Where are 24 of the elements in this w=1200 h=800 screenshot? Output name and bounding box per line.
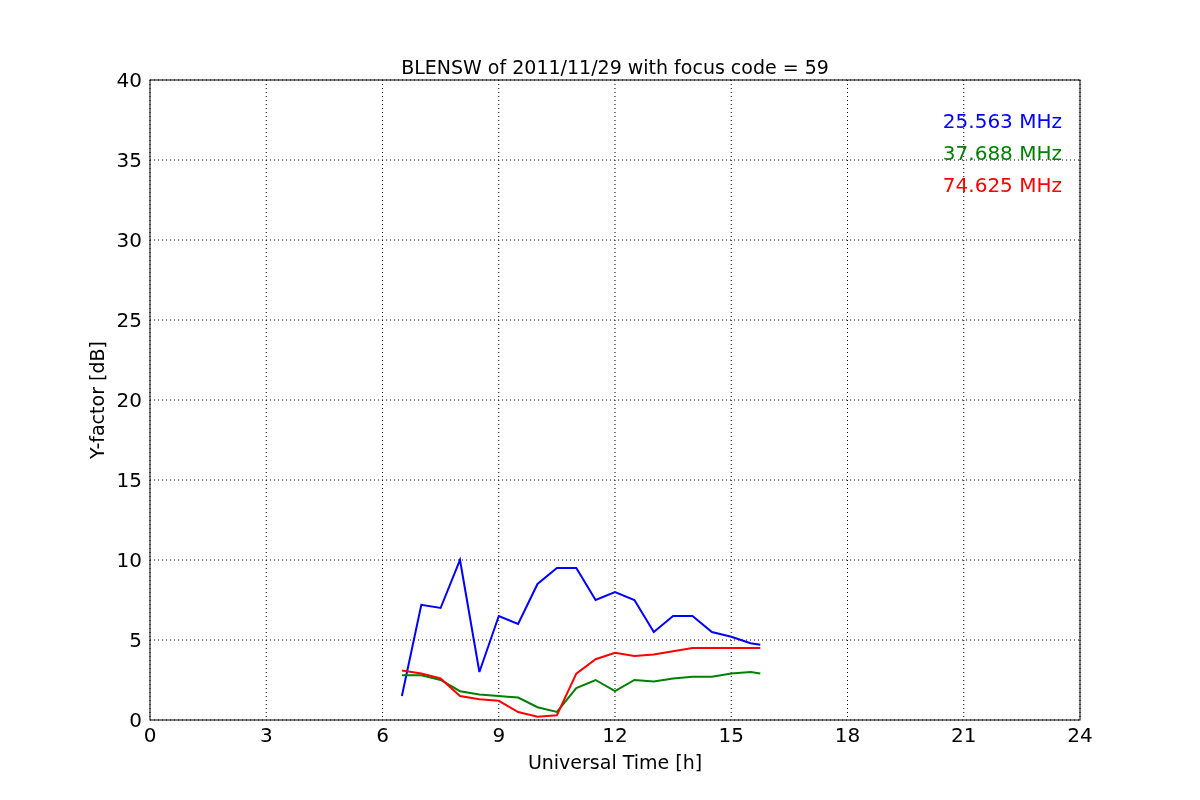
y-tick-label: 15 <box>116 468 142 492</box>
x-tick-label: 21 <box>951 723 977 747</box>
x-tick-label: 3 <box>259 723 273 747</box>
chart-title: BLENSW of 2011/11/29 with focus code = 59 <box>401 56 829 78</box>
x-tick-label: 0 <box>143 723 157 747</box>
x-tick-label: 9 <box>492 723 506 747</box>
x-tick-label: 18 <box>834 723 861 747</box>
legend-label: 25.563 MHz <box>942 109 1062 133</box>
x-tick-label: 15 <box>718 723 744 747</box>
x-axis-label: Universal Time [h] <box>527 751 703 773</box>
y-tick-label: 30 <box>116 228 142 252</box>
legend-label: 74.625 MHz <box>942 173 1062 197</box>
x-tick-label: 6 <box>376 723 389 747</box>
legend-label: 37.688 MHz <box>942 141 1062 165</box>
y-tick-label: 25 <box>116 308 142 332</box>
y-tick-label: 40 <box>116 68 142 92</box>
y-tick-label: 5 <box>129 628 142 652</box>
y-tick-label: 35 <box>116 148 142 172</box>
y-tick-label: 20 <box>116 388 142 412</box>
x-tick-label: 24 <box>1067 723 1093 747</box>
y-tick-label: 10 <box>116 548 142 572</box>
y-tick-label: 0 <box>129 708 142 732</box>
x-tick-label: 12 <box>602 723 628 747</box>
y-axis-label: Y-factor [dB] <box>86 341 108 459</box>
